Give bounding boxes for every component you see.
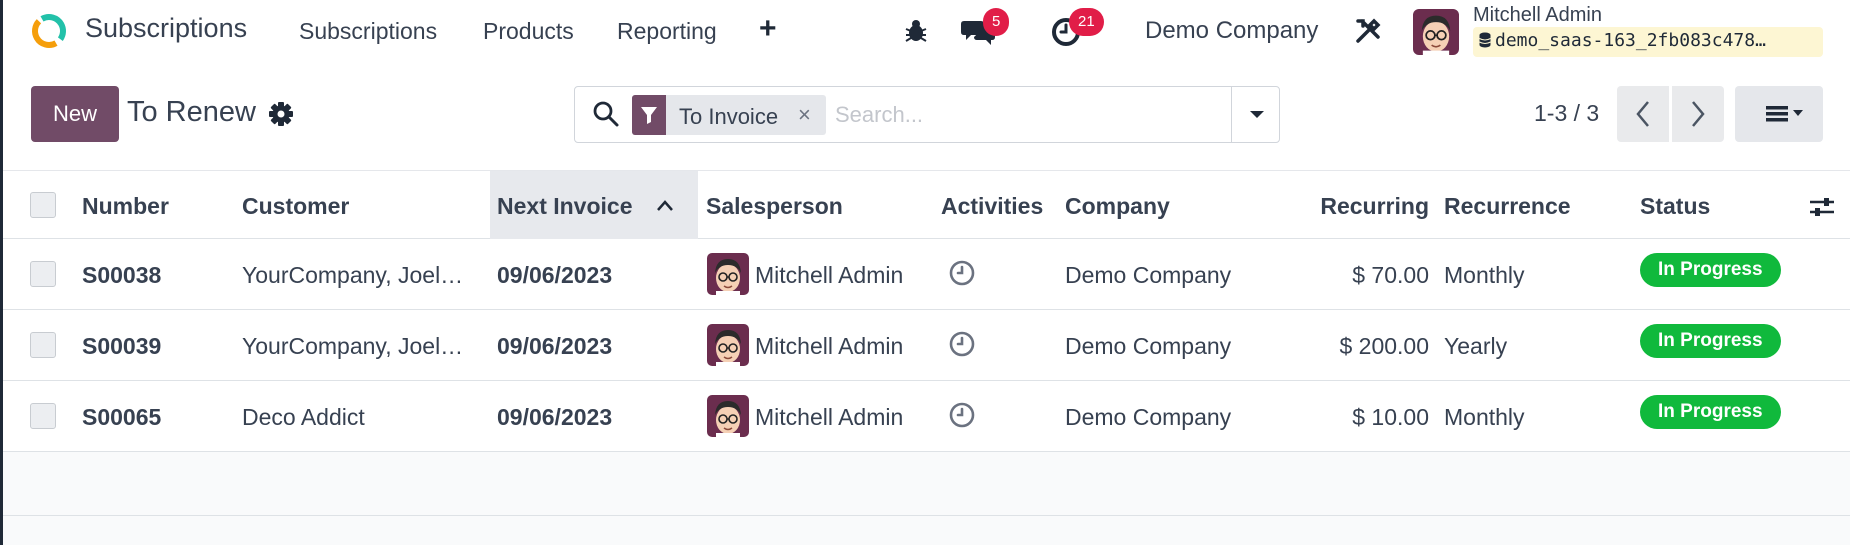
cell-customer: Deco Addict [242,404,365,430]
activity-clock-icon[interactable] [948,259,976,287]
view-switcher-button[interactable] [1735,86,1823,142]
column-header-salesperson[interactable]: Salesperson [706,193,843,220]
app-name[interactable]: Subscriptions [85,13,247,44]
activity-clock-icon[interactable] [948,401,976,429]
caret-down-icon [1250,111,1264,118]
cell-next-invoice: 09/06/2023 [497,262,613,288]
cell-next-invoice: 09/06/2023 [497,404,613,430]
plus-icon[interactable]: + [759,12,777,46]
cell-number: S00039 [82,333,162,359]
column-header-number[interactable]: Number [82,193,169,220]
pager-value[interactable]: 1-3 / 3 [1534,100,1599,127]
gear-icon[interactable] [268,101,294,127]
column-header-customer[interactable]: Customer [242,193,349,220]
salesperson-avatar[interactable] [707,324,749,366]
user-name[interactable]: Mitchell Admin [1473,4,1602,27]
table-row[interactable]: S00039 YourCompany, Joel… 09/06/2023 Mit… [3,310,1850,381]
cell-company: Demo Company [1065,404,1232,430]
cell-recurrence: Monthly [1444,404,1525,430]
database-name: demo_saas-163_2fb083c478… [1495,30,1766,51]
status-badge: In Progress [1640,395,1781,429]
cell-company: Demo Company [1065,262,1232,288]
facet-label: To Invoice [679,104,779,129]
activities-count-badge: 21 [1069,8,1104,36]
row-checkbox[interactable] [30,332,56,358]
table-row[interactable]: S00065 Deco Addict 09/06/2023 Mitchell A… [3,381,1850,452]
company-switcher[interactable]: Demo Company [1145,17,1318,45]
pager-next-button[interactable] [1672,86,1724,142]
table-header: Number Customer Next Invoice Salesperson… [3,170,1850,239]
top-navbar: Subscriptions Subscriptions Products Rep… [0,0,1850,62]
row-checkbox[interactable] [30,403,56,429]
database-name-chip: demo_saas-163_2fb083c478… [1473,27,1823,57]
chevron-right-icon [1692,101,1705,127]
cell-recurring: $ 70.00 [1352,262,1429,288]
user-avatar[interactable] [1413,9,1459,55]
optional-columns-icon[interactable] [1808,193,1836,221]
search-options-toggle[interactable] [1231,87,1281,142]
search-input[interactable] [835,97,1195,133]
search-icon[interactable] [592,100,620,128]
cell-recurring: $ 200.00 [1339,333,1429,359]
cell-number: S00065 [82,404,162,430]
search-panel: To Invoice × [574,86,1280,143]
messages-count-badge: 5 [983,8,1010,36]
column-header-next-invoice[interactable]: Next Invoice [497,193,633,220]
status-badge: In Progress [1640,253,1781,287]
select-all-checkbox[interactable] [30,192,56,218]
nav-item-reporting[interactable]: Reporting [617,18,717,45]
status-badge: In Progress [1640,324,1781,358]
cell-salesperson: Mitchell Admin [755,333,904,359]
list-view: Number Customer Next Invoice Salesperson… [3,170,1850,545]
cell-customer: YourCompany, Joel… [242,333,464,359]
cell-company: Demo Company [1065,333,1232,359]
cell-recurrence: Yearly [1444,333,1508,359]
cell-number: S00038 [82,262,162,288]
nav-item-products[interactable]: Products [483,18,574,45]
column-header-recurrence[interactable]: Recurrence [1444,193,1571,220]
salesperson-avatar[interactable] [707,253,749,295]
cell-recurring: $ 10.00 [1352,404,1429,430]
remove-facet-icon[interactable]: × [798,102,811,128]
row-checkbox[interactable] [30,261,56,287]
subscriptions-logo-icon[interactable] [30,12,68,50]
column-header-status[interactable]: Status [1640,193,1710,220]
filter-icon [632,95,666,135]
search-facet[interactable]: To Invoice × [632,95,826,135]
nav-item-subscriptions[interactable]: Subscriptions [299,18,437,45]
column-header-recurring[interactable]: Recurring [1283,193,1429,220]
cell-salesperson: Mitchell Admin [755,262,904,288]
pager-previous-button[interactable] [1617,86,1669,142]
activity-clock-icon[interactable] [948,330,976,358]
database-icon [1479,32,1491,48]
column-header-activities[interactable]: Activities [941,193,1043,220]
list-view-icon [1766,106,1803,122]
wrench-screwdriver-icon[interactable] [1354,17,1382,45]
table-row[interactable]: S00038 YourCompany, Joel… 09/06/2023 Mit… [3,239,1850,310]
cell-next-invoice: 09/06/2023 [497,333,613,359]
salesperson-avatar[interactable] [707,395,749,437]
bug-icon[interactable] [902,17,930,45]
view-title: To Renew [127,96,256,128]
cell-recurrence: Monthly [1444,262,1525,288]
new-button[interactable]: New [31,86,119,142]
cell-salesperson: Mitchell Admin [755,404,904,430]
table-footer-divider [3,515,1850,516]
sort-ascending-icon[interactable] [655,196,675,216]
chevron-left-icon [1636,101,1649,127]
cell-customer: YourCompany, Joel… [242,262,464,288]
column-header-company[interactable]: Company [1065,193,1170,220]
